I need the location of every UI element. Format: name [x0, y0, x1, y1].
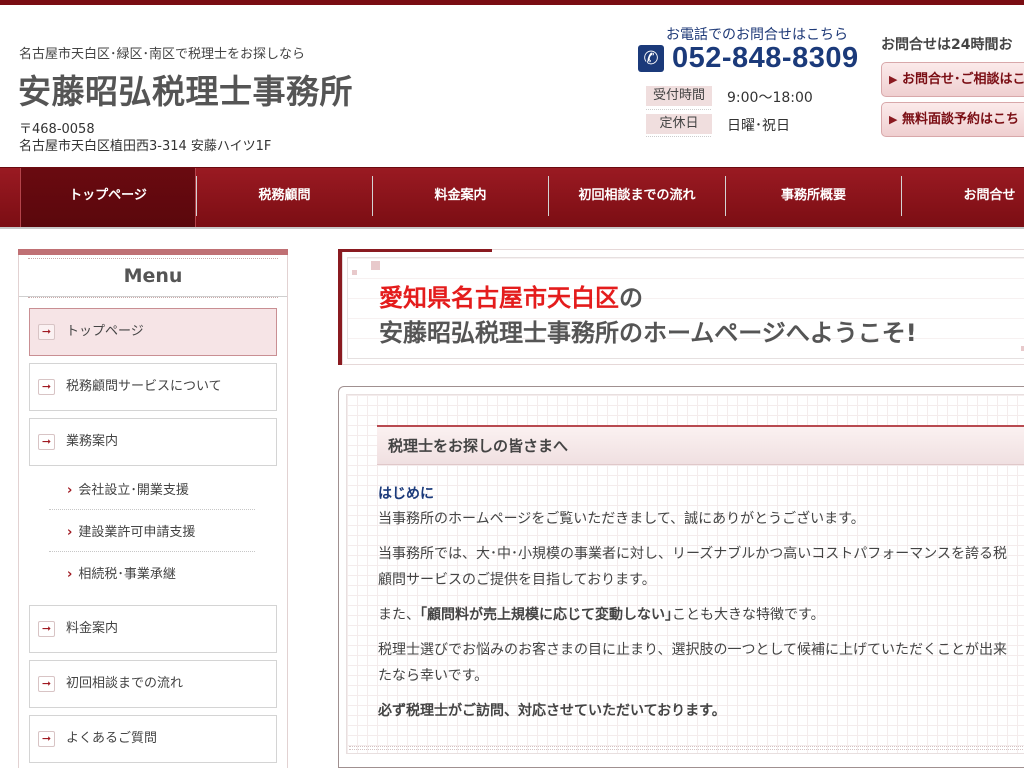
- paragraph: 当事務所のホームページをご覧いただきまして、誠にありがとうございます。: [378, 511, 865, 527]
- tel-caption: お電話でのお問合せはこちら: [666, 27, 848, 43]
- banner-heading-line1: 愛知県名古屋市天白区の: [379, 278, 643, 313]
- divider: [646, 136, 711, 137]
- free-consult-label: 無料面談予約はこち: [902, 112, 1020, 127]
- banner-panel: 愛知県名古屋市天白区の 安藤昭弘税理士事務所のホームページへようこそ!: [347, 257, 1024, 359]
- paragraph: また、｢顧問料が売上規模に応じて変動しない｣ことも大きな特徴です。: [378, 604, 825, 624]
- arrow-right-icon: ➞: [38, 434, 55, 450]
- holiday-value: 日曜･祝日: [727, 118, 790, 134]
- sidebar-item-label: トップページ: [66, 324, 144, 339]
- sidebar-item-fees[interactable]: ➞ 料金案内: [29, 605, 277, 653]
- divider: [349, 746, 1024, 750]
- sidebar-subitem-construction-permit[interactable]: › 建設業許可申請支援: [67, 521, 195, 540]
- sidebar-item-tax-advisory[interactable]: ➞ 税務顧問サービスについて: [29, 363, 277, 411]
- phone-number[interactable]: 052-848-8309: [672, 42, 859, 75]
- chevron-right-icon: ›: [67, 483, 73, 498]
- contact-inquiry-label: お問合せ･ご相談はこ: [902, 72, 1024, 87]
- decor-square: [371, 261, 380, 270]
- sidebar-subitem-company-setup[interactable]: › 会社設立･開業支援: [67, 479, 189, 498]
- global-nav: トップページ 税務顧問 料金案内 初回相談までの流れ 事務所概要 お問合せ: [0, 167, 1024, 229]
- triangle-right-icon: ▶: [889, 113, 898, 126]
- nav-contact[interactable]: お問合せ: [902, 168, 1024, 228]
- arrow-right-icon: ➞: [38, 324, 55, 340]
- sidebar: Menu ➞ トップページ ➞ 税務顧問サービスについて ➞ 業務案内 › 会社設…: [18, 249, 288, 768]
- nav-tax-advisory[interactable]: 税務顧問: [197, 168, 372, 228]
- sidebar-top-bar: [18, 249, 288, 255]
- sidebar-item-label: 税務顧問サービスについて: [66, 379, 222, 394]
- sidebar-item-top[interactable]: ➞ トップページ: [29, 308, 277, 356]
- arrow-right-icon: ➞: [38, 676, 55, 692]
- sidebar-item-label: 初回相談までの流れ: [66, 676, 184, 691]
- divider: [646, 109, 711, 110]
- paragraph: 当事務所では、大･中･小規模の事業者に対し、リーズナブルかつ高いコストパフォーマ…: [378, 546, 1008, 562]
- site-title[interactable]: 安藤昭弘税理士事務所: [18, 65, 353, 113]
- nav-top[interactable]: トップページ: [20, 168, 196, 228]
- chevron-right-icon: ›: [67, 567, 73, 582]
- sidebar-item-faq[interactable]: ➞ よくあるご質問: [29, 715, 277, 763]
- header-tagline: 名古屋市天白区･緑区･南区で税理士をお探しなら: [19, 47, 306, 62]
- banner-accent: [342, 249, 492, 252]
- emphasis-text: ｢顧問料が売上規模に応じて変動しない｣: [420, 607, 672, 623]
- nav-consult-flow[interactable]: 初回相談までの流れ: [549, 168, 725, 228]
- banner-heading-line2: 安藤昭弘税理士事務所のホームページへようこそ!: [379, 319, 917, 347]
- paragraph: たなら幸いです。: [378, 668, 489, 684]
- address: 名古屋市天白区植田西3-314 安藤ハイツ1F: [19, 139, 272, 154]
- welcome-banner: 愛知県名古屋市天白区の 安藤昭弘税理士事務所のホームページへようこそ!: [338, 249, 1024, 365]
- main-content: 税理士をお探しの皆さまへ はじめに 当事務所のホームページをご覧いただきまして、…: [338, 386, 1024, 768]
- sidebar-subitem-label: 会社設立･開業支援: [78, 483, 189, 498]
- arrow-right-icon: ➞: [38, 731, 55, 747]
- paragraph: 顧問サービスのご提供を目指しております。: [378, 572, 656, 588]
- paragraph-bold: 必ず税理士がご訪問、対応させていただいております。: [378, 703, 726, 719]
- site-header: 名古屋市天白区･緑区･南区で税理士をお探しなら 安藤昭弘税理士事務所 〒468-…: [0, 5, 1024, 167]
- banner-particle: の: [619, 284, 643, 312]
- sidebar-item-consult-flow[interactable]: ➞ 初回相談までの流れ: [29, 660, 277, 708]
- contact-caption: お問合せは24時間お: [881, 37, 1013, 53]
- nav-underline: [0, 227, 1024, 229]
- divider: [49, 551, 255, 552]
- text: また、: [378, 607, 420, 623]
- sidebar-item-label: よくあるご質問: [66, 731, 158, 746]
- text: ことも大きな特徴です。: [672, 607, 825, 623]
- paragraph: 税理士選びでお悩みのお客さまの目に止まり、選択肢の一つとして候補に上げていただく…: [378, 642, 1008, 658]
- triangle-right-icon: ▶: [889, 73, 898, 86]
- intro-heading: はじめに: [378, 486, 434, 502]
- sidebar-item-label: 料金案内: [66, 621, 119, 636]
- arrow-right-icon: ➞: [38, 621, 55, 637]
- holiday-label: 定休日: [646, 114, 712, 134]
- nav-fees[interactable]: 料金案内: [373, 168, 548, 228]
- nav-office[interactable]: 事務所概要: [726, 168, 901, 228]
- banner-region: 愛知県名古屋市天白区: [379, 284, 619, 312]
- content-panel: 税理士をお探しの皆さまへ はじめに 当事務所のホームページをご覧いただきまして、…: [346, 394, 1024, 754]
- divider: [19, 296, 287, 297]
- sidebar-subitem-inheritance[interactable]: › 相続税･事業承継: [67, 563, 176, 582]
- section-title: 税理士をお探しの皆さまへ: [377, 425, 1024, 465]
- sidebar-subitem-label: 相続税･事業承継: [78, 567, 176, 582]
- free-consult-button[interactable]: ▶ 無料面談予約はこち: [881, 102, 1024, 137]
- phone-icon: ✆: [638, 45, 664, 72]
- hours-label: 受付時間: [646, 86, 712, 106]
- sidebar-item-label: 業務案内: [66, 434, 119, 449]
- sidebar-subitem-label: 建設業許可申請支援: [78, 525, 196, 540]
- divider: [49, 509, 255, 510]
- contact-inquiry-button[interactable]: ▶ お問合せ･ご相談はこ: [881, 62, 1024, 97]
- sidebar-item-services[interactable]: ➞ 業務案内: [29, 418, 277, 466]
- decor-square: [352, 270, 357, 275]
- sidebar-title: Menu: [123, 265, 183, 287]
- chevron-right-icon: ›: [67, 525, 73, 540]
- hours-value: 9:00〜18:00: [727, 90, 813, 106]
- arrow-right-icon: ➞: [38, 379, 55, 395]
